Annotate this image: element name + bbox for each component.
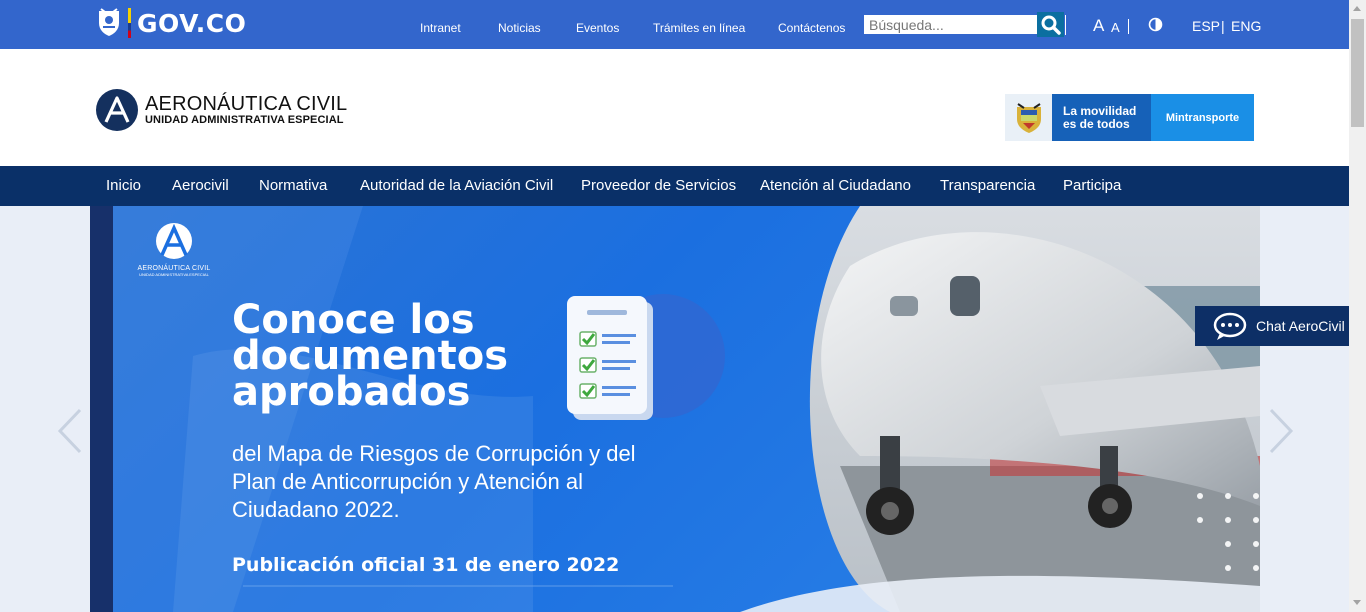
scroll-up-arrow-icon[interactable] [1353, 6, 1361, 11]
chat-label: Chat AeroCivil [1256, 318, 1345, 334]
nav-intranet[interactable]: Intranet [420, 21, 461, 35]
mainnav-proveedor[interactable]: Proveedor de Servicios [581, 177, 736, 194]
search-icon [1041, 15, 1061, 35]
mainnav-autoridad[interactable]: Autoridad de la Aviación Civil [360, 177, 553, 194]
scrollbar-thumb[interactable] [1351, 19, 1364, 127]
site-header: AERONÁUTICA CIVIL UNIDAD ADMINISTRATIVA … [0, 49, 1349, 166]
scroll-down-arrow-icon[interactable] [1353, 600, 1361, 605]
aerocivil-logo[interactable]: AERONÁUTICA CIVIL UNIDAD ADMINISTRATIVA … [96, 89, 347, 131]
movilidad-text: La movilidad es de todos [1052, 94, 1151, 141]
colombia-shield-icon [99, 8, 119, 36]
search-input[interactable] [864, 15, 1038, 34]
nav-noticias[interactable]: Noticias [498, 21, 541, 35]
hero-title-line: aprobados [232, 369, 471, 415]
hero-subtitle-line: Ciudadano 2022. [232, 497, 400, 522]
hero-subtitle-line: del Mapa de Riesgos de Corrupción y del [232, 441, 636, 466]
hero-subtitle: del Mapa de Riesgos de Corrupción y del … [232, 440, 722, 524]
govco-top-bar: GOV.CO Intranet Noticias Eventos Trámite… [0, 0, 1349, 49]
movilidad-line2: es de todos [1063, 117, 1130, 131]
nav-tramites[interactable]: Trámites en línea [653, 21, 745, 35]
font-increase-button[interactable]: A [1093, 16, 1104, 36]
mini-logo-title: AERONÁUTICA CIVIL [137, 265, 211, 272]
font-decrease-button[interactable]: A [1111, 20, 1120, 35]
chat-aerocivil-button[interactable]: Chat AeroCivil [1195, 306, 1365, 346]
hero-subtitle-line: Plan de Anticorrupción y Atención al [232, 469, 584, 494]
mintransporte-label: Mintransporte [1151, 94, 1254, 141]
nav-eventos[interactable]: Eventos [576, 21, 619, 35]
mainnav-aerocivil[interactable]: Aerocivil [172, 177, 229, 194]
mainnav-atencion[interactable]: Atención al Ciudadano [760, 177, 911, 194]
logo-subtitle: UNIDAD ADMINISTRATIVA ESPECIAL [145, 114, 344, 126]
mini-logo-subtitle: UNIDAD ADMINISTRATIVA ESPECIAL [139, 272, 209, 277]
colombia-flag-bar [128, 8, 131, 38]
nav-contactenos[interactable]: Contáctenos [778, 21, 845, 35]
chevron-right-icon[interactable] [1268, 408, 1294, 454]
approved-document-icon [567, 296, 653, 420]
govco-logo-text: GOV.CO [137, 8, 247, 38]
hero-publication-date: Publicación oficial 31 de enero 2022 [232, 554, 620, 576]
colombia-coat-of-arms-icon [1005, 94, 1052, 141]
hero-title: Conoce los documentos aprobados [232, 300, 508, 415]
airplane-image [740, 206, 1260, 612]
lang-esp-link[interactable]: ESP [1192, 18, 1220, 34]
page-scrollbar[interactable] [1349, 0, 1366, 612]
mintransporte-banner[interactable]: La movilidad es de todos Mintransporte [1005, 94, 1254, 141]
hero-slide[interactable]: AERONÁUTICA CIVIL UNIDAD ADMINISTRATIVA … [90, 206, 1260, 612]
mainnav-transparencia[interactable]: Transparencia [940, 177, 1035, 194]
mainnav-inicio[interactable]: Inicio [106, 177, 141, 194]
hero-mini-logo: AERONÁUTICA CIVIL UNIDAD ADMINISTRATIVA … [134, 222, 214, 277]
aerocivil-emblem-icon [96, 89, 138, 131]
mainnav-participa[interactable]: Participa [1063, 177, 1121, 194]
main-nav: Inicio Aerocivil Normativa Autoridad de … [0, 166, 1349, 206]
divider [1128, 19, 1129, 34]
hero-side-strip [90, 206, 113, 612]
govco-logo[interactable]: GOV.CO [96, 8, 246, 38]
divider [1065, 15, 1066, 35]
chat-bubble-icon [1213, 312, 1247, 340]
aerocivil-emblem-icon [156, 223, 192, 259]
mainnav-normativa[interactable]: Normativa [259, 177, 327, 194]
search-button[interactable] [1037, 12, 1064, 37]
lang-separator: | [1221, 18, 1225, 34]
chevron-left-icon[interactable] [57, 408, 83, 454]
contrast-icon[interactable] [1148, 17, 1163, 32]
lang-eng-link[interactable]: ENG [1231, 18, 1261, 34]
logo-title: AERONÁUTICA CIVIL [145, 93, 348, 115]
